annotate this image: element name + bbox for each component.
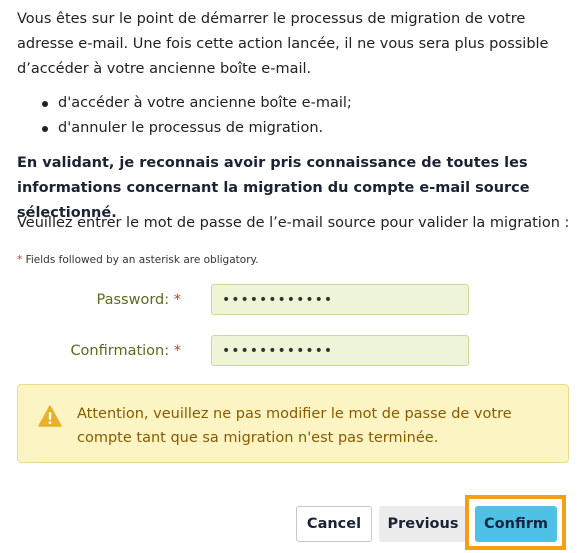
confirmation-label-text: Confirmation:: [70, 343, 170, 359]
asterisk: *: [173, 292, 181, 308]
password-label-text: Password:: [96, 292, 170, 308]
warning-text: Attention, veuillez ne pas modifier le m…: [77, 406, 512, 446]
password-label: Password: *: [11, 292, 181, 308]
asterisk: *: [17, 254, 23, 266]
warning-triangle-icon: [38, 405, 62, 427]
cancel-button[interactable]: Cancel: [296, 506, 372, 542]
confirm-button[interactable]: Confirm: [475, 506, 557, 542]
consequence-list: d'accéder à votre ancienne boîte e-mail;…: [40, 91, 352, 141]
password-prompt: Veuillez entrer le mot de passe de l’e-m…: [17, 215, 570, 231]
required-fields-note: * Fields followed by an asterisk are obl…: [17, 254, 259, 266]
confirmation-field[interactable]: ••••••••••••: [211, 335, 469, 366]
asterisk: *: [173, 343, 181, 359]
required-note-text: Fields followed by an asterisk are oblig…: [25, 254, 259, 266]
previous-button[interactable]: Previous: [379, 506, 467, 542]
warning-alert: Attention, veuillez ne pas modifier le m…: [17, 384, 569, 463]
password-field[interactable]: ••••••••••••: [211, 284, 469, 315]
list-item: d'accéder à votre ancienne boîte e-mail;: [40, 91, 352, 116]
confirmation-label: Confirmation: *: [11, 343, 181, 359]
list-item: d'annuler le processus de migration.: [40, 116, 352, 141]
intro-text: Vous êtes sur le point de démarrer le pr…: [17, 11, 549, 77]
